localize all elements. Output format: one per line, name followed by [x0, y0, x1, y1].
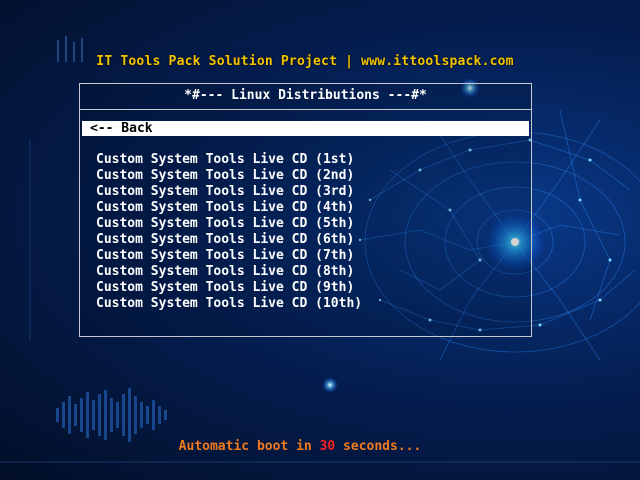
countdown-prefix: Automatic boot in — [178, 439, 320, 454]
boot-menu: *#--- Linux Distributions ---#* <-- Back… — [79, 83, 532, 337]
back-menu-item[interactable]: <-- Back — [82, 121, 529, 136]
header-title: IT Tools Pack Solution Project | www.itt… — [96, 54, 514, 69]
menu-item-live-cd-7[interactable]: Custom System Tools Live CD (7th) — [96, 248, 362, 264]
menu-item-live-cd-4[interactable]: Custom System Tools Live CD (4th) — [96, 200, 362, 216]
autoboot-countdown: Automatic boot in 30 seconds... — [0, 439, 600, 454]
menu-item-live-cd-10[interactable]: Custom System Tools Live CD (10th) — [96, 296, 362, 312]
distribution-list: Custom System Tools Live CD (1st) Custom… — [96, 152, 362, 312]
menu-item-live-cd-6[interactable]: Custom System Tools Live CD (6th) — [96, 232, 362, 248]
menu-item-live-cd-8[interactable]: Custom System Tools Live CD (8th) — [96, 264, 362, 280]
menu-item-live-cd-5[interactable]: Custom System Tools Live CD (5th) — [96, 216, 362, 232]
menu-title: *#--- Linux Distributions ---#* — [184, 88, 427, 103]
menu-item-live-cd-1[interactable]: Custom System Tools Live CD (1st) — [96, 152, 362, 168]
countdown-seconds: 30 — [319, 439, 336, 454]
countdown-suffix: seconds... — [335, 439, 422, 454]
menu-item-live-cd-9[interactable]: Custom System Tools Live CD (9th) — [96, 280, 362, 296]
menu-item-live-cd-2[interactable]: Custom System Tools Live CD (2nd) — [96, 168, 362, 184]
menu-divider — [80, 109, 531, 110]
menu-item-live-cd-3[interactable]: Custom System Tools Live CD (3rd) — [96, 184, 362, 200]
